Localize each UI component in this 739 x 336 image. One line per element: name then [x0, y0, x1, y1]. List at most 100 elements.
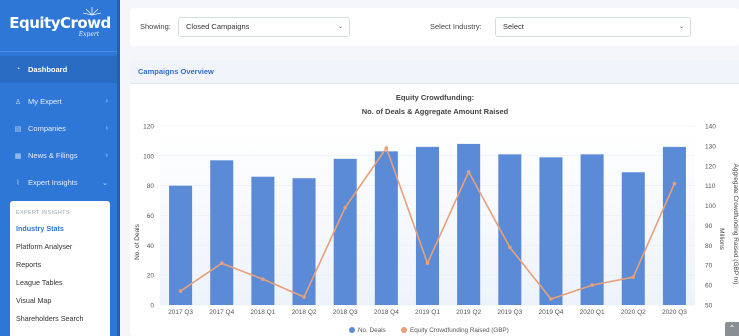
sidebar-item-label: My Expert — [28, 97, 62, 106]
showing-select-value: Closed Campaigns — [186, 22, 250, 31]
x-tick-label: 2019 Q2 — [456, 309, 481, 316]
industry-select[interactable]: Select ⌄ — [495, 17, 691, 37]
sidebar-item-label: Dashboard — [28, 65, 68, 74]
scroll-to-top-button[interactable]: ⌃ — [725, 322, 739, 336]
y-tick-label-right: 130 — [705, 143, 716, 150]
y-tick-label-right: 60 — [705, 283, 713, 290]
submenu-item-visual-map[interactable]: Visual Map — [10, 292, 110, 310]
y-tick-label-left: 20 — [147, 273, 155, 280]
showing-label: Showing: — [140, 22, 171, 31]
dashboard-icon: ◔ — [15, 66, 21, 73]
line-point — [672, 181, 677, 186]
x-tick-label: 2017 Q4 — [209, 309, 234, 316]
x-tick-label: 2019 Q1 — [415, 309, 440, 316]
bar — [251, 176, 275, 305]
chart-icon: ⌇ — [16, 179, 20, 187]
submenu-item-industry-stats[interactable]: Industry Stats — [10, 220, 110, 238]
sidebar-item-expert-insights[interactable]: ⌇ Expert Insights ⌄ — [0, 169, 120, 196]
bar — [457, 143, 481, 305]
logo-rays-icon — [82, 7, 102, 16]
y-tick-label-right: 100 — [705, 203, 716, 210]
bar — [539, 157, 563, 305]
bar — [333, 158, 357, 305]
sidebar-item-dashboard[interactable]: ◔ Dashboard — [0, 56, 120, 83]
panel-title: Campaigns Overview — [130, 60, 739, 84]
legend-label-deals: No. Deals — [358, 327, 386, 334]
y-tick-label-right: 70 — [705, 263, 713, 270]
deals-chart: Equity Crowdfunding: No. of Deals & Aggr… — [134, 93, 739, 334]
industry-select-value: Select — [503, 22, 524, 31]
newspaper-icon: ▦ — [14, 152, 22, 160]
legend-label-raised: Equity Crowdfunding Raised (GBP) — [410, 327, 509, 334]
x-tick-label: 2018 Q1 — [250, 309, 275, 316]
sidebar-item-companies[interactable]: ▤ Companies › — [0, 115, 120, 142]
bar — [169, 185, 193, 305]
chevron-right-icon: › — [105, 152, 108, 159]
sidebar-item-label: News & Filings — [28, 151, 78, 160]
y-axis-right-label: Aggregate Crowdfunding Raised (GBP m) — [732, 164, 739, 285]
line-point — [549, 297, 553, 301]
sidebar-item-news-filings[interactable]: ▦ News & Filings › — [0, 142, 120, 169]
campaigns-overview-panel: Campaigns Overview Equity Crowdfunding: … — [130, 60, 739, 336]
y-tick-label-left: 100 — [143, 153, 154, 160]
line-point — [343, 205, 347, 210]
bar — [662, 146, 686, 305]
y-tick-label-left: 40 — [147, 243, 155, 250]
y-tick-label-right: 140 — [705, 124, 716, 131]
chart-subtitle: No. of Deals & Aggregate Amount Raised — [362, 107, 509, 116]
y-axis-left-label: No. of Deals — [134, 223, 141, 260]
line-point — [261, 277, 265, 281]
chevron-down-icon: ⌄ — [678, 24, 684, 30]
bar — [292, 178, 316, 305]
bar — [580, 154, 604, 305]
y-tick-label-left: 80 — [147, 183, 155, 190]
chevron-down-icon: ⌄ — [337, 24, 343, 30]
y-tick-label-left: 120 — [143, 124, 154, 131]
legend-marker-raised — [401, 327, 407, 333]
expert-insights-submenu: EXPERT INSIGHTS: Industry Stats Platform… — [10, 201, 110, 336]
x-tick-label: 2019 Q4 — [538, 309, 563, 316]
line-point — [178, 289, 183, 293]
submenu-item-league-tables[interactable]: League Tables — [10, 274, 110, 292]
logo-text: EquityCrowd — [9, 13, 111, 32]
y-tick-label-right: 90 — [705, 223, 713, 230]
submenu-item-platform-analyser[interactable]: Platform Analyser — [10, 238, 110, 256]
y-tick-label-right: 120 — [705, 163, 716, 170]
chart-title: Equity Crowdfunding: — [396, 93, 474, 102]
sidebar: EquityCrowd Expert ◔ Dashboard ♙ My Expe… — [0, 0, 120, 336]
submenu-item-reports[interactable]: Reports — [10, 256, 110, 274]
x-tick-label: 2020 Q3 — [662, 309, 687, 316]
submenu-item-shareholders-search[interactable]: Shareholders Search — [10, 310, 110, 328]
filter-bar: Showing: Closed Campaigns ⌄ Select Indus… — [130, 8, 739, 46]
sidebar-item-my-expert[interactable]: ♙ My Expert › — [0, 88, 120, 115]
y-tick-label-right: 50 — [705, 303, 713, 310]
x-tick-label: 2018 Q3 — [333, 309, 358, 316]
bar — [374, 151, 398, 305]
chart-legend: No. Deals Equity Crowdfunding Raised (GBP… — [349, 327, 509, 334]
x-tick-label: 2020 Q2 — [621, 309, 646, 316]
chevron-down-icon: ⌄ — [102, 179, 108, 187]
y-tick-label-left: 60 — [147, 213, 155, 220]
bar — [210, 160, 234, 305]
building-icon: ▤ — [14, 125, 22, 133]
logo-subtext: Expert — [78, 30, 100, 38]
y-tick-label-right: 110 — [705, 183, 716, 190]
legend-marker-deals — [349, 327, 355, 333]
x-tick-label: 2019 Q3 — [497, 309, 522, 316]
logo[interactable]: EquityCrowd Expert — [0, 0, 120, 52]
submenu-heading: EXPERT INSIGHTS: — [16, 210, 72, 216]
y-tick-label-right: 80 — [705, 243, 713, 250]
line-point — [631, 275, 636, 279]
x-tick-label: 2017 Q3 — [168, 309, 193, 316]
x-tick-label: 2018 Q2 — [292, 309, 317, 316]
bar — [415, 146, 440, 305]
chevron-right-icon: › — [105, 125, 108, 132]
chevron-right-icon: › — [105, 98, 108, 105]
line-point — [508, 245, 512, 250]
showing-select[interactable]: Closed Campaigns ⌄ — [178, 17, 350, 37]
line-point — [466, 169, 471, 174]
line-point — [425, 261, 430, 266]
line-point — [219, 261, 224, 266]
sidebar-scrollbar[interactable] — [117, 0, 120, 336]
bar — [498, 154, 522, 305]
